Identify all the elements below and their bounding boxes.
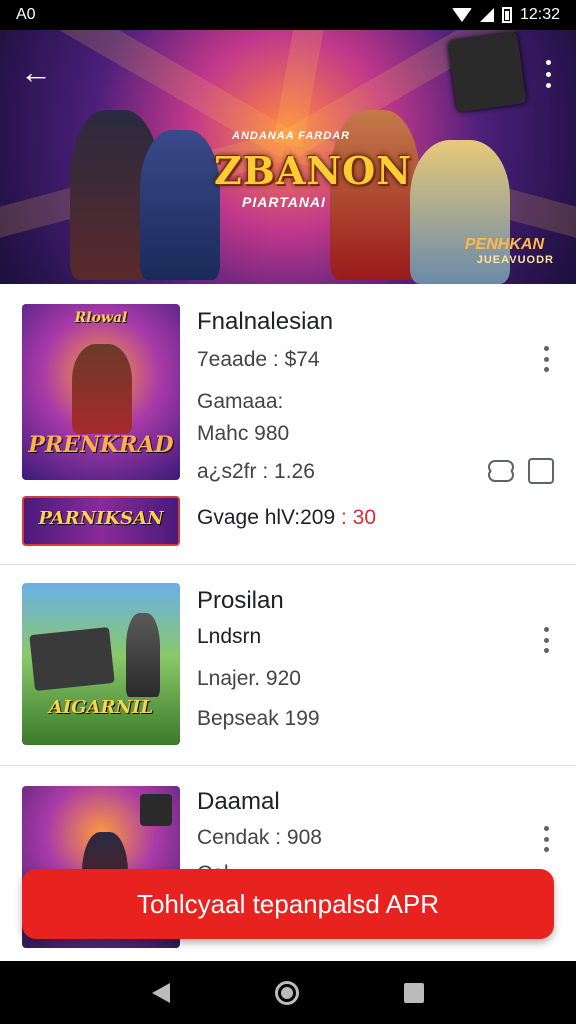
- item-more-icon[interactable]: [538, 627, 554, 653]
- thumbnail-vehicle: [29, 626, 115, 692]
- promo-banner[interactable]: PARNIKSAN: [22, 496, 180, 546]
- speaker-prop: [447, 31, 527, 113]
- hero-title: ZBANON: [214, 148, 412, 193]
- hero-kicker: ANDANAA FARDAR: [232, 130, 351, 142]
- item-title: Fnalnalesian: [197, 308, 334, 335]
- thumbnail-label: PRENKRAD: [28, 432, 174, 458]
- hero-banner: ← ANDANAA FARDAR ZBANON PIARTANAI PENHKA…: [0, 30, 576, 284]
- thumbnail-prop: [140, 794, 172, 826]
- overflow-menu-icon[interactable]: [536, 56, 560, 92]
- promo-line: Gvage hlV:209 : 30: [197, 506, 376, 530]
- battery-icon: [501, 7, 512, 23]
- game-thumbnail[interactable]: AIGARNIL: [22, 583, 180, 745]
- hero-subtitle: PIARTANAI: [242, 194, 326, 210]
- thumbnail-top-label: Rlowal: [74, 310, 128, 326]
- item-detail: Gamaaa:: [197, 390, 284, 413]
- nav-back-icon[interactable]: [152, 982, 171, 1003]
- game-thumbnail[interactable]: Rlowal PRENKRAD: [22, 304, 180, 480]
- thumbnail-character: [126, 613, 160, 697]
- item-detail: Bepseak 199: [197, 707, 320, 730]
- item-detail: Lnajer. 920: [197, 667, 301, 690]
- thumbnail-character: [72, 344, 132, 434]
- wifi-icon: [451, 8, 472, 22]
- nav-recents-icon[interactable]: [403, 982, 424, 1003]
- item-detail: Cendak : 908: [197, 826, 322, 849]
- hero-corner-title: PENHKAN: [464, 236, 544, 253]
- status-time: 12:32: [519, 6, 560, 23]
- list-item[interactable]: Rlowal PRENKRAD Fnalnalesian 7eaade : $7…: [0, 284, 576, 564]
- sync-icon[interactable]: [486, 458, 514, 484]
- primary-cta-button[interactable]: Tohlcyaal tepanpalsd APR: [22, 869, 554, 939]
- signal-icon: [479, 8, 494, 22]
- item-actions: [486, 458, 554, 484]
- item-title: Daamal: [197, 788, 280, 815]
- hero-corner-subtitle: JUEAVUODR: [476, 254, 554, 266]
- back-arrow-icon[interactable]: ←: [20, 52, 60, 92]
- square-icon[interactable]: [528, 458, 554, 484]
- status-left-text: A0: [16, 6, 36, 23]
- hero-character-knight: [140, 130, 220, 280]
- promo-line-value: : 30: [341, 506, 377, 529]
- list-item[interactable]: AIGARNIL Prosilan Lndsrn Lnajer. 920 Bep…: [0, 565, 576, 765]
- promo-line-red-value: 30: [352, 506, 377, 529]
- item-detail: Mahc 980: [197, 422, 290, 445]
- item-detail: a¿s2fr : 1.26: [197, 460, 315, 483]
- status-bar: A0 12:32: [0, 0, 576, 30]
- system-nav-bar: [0, 961, 576, 1024]
- promo-banner-label: PARNIKSAN: [38, 508, 164, 529]
- thumbnail-label: AIGARNIL: [48, 697, 154, 718]
- item-detail: Lndsrn: [197, 625, 262, 648]
- promo-line-text: Gvage hlV:209: [197, 506, 336, 529]
- nav-home-icon[interactable]: [274, 980, 299, 1005]
- item-detail: 7eaade : $74: [197, 348, 320, 371]
- item-more-icon[interactable]: [538, 826, 554, 852]
- item-more-icon[interactable]: [538, 346, 554, 372]
- status-icons: 12:32: [451, 6, 560, 24]
- item-title: Prosilan: [197, 587, 284, 614]
